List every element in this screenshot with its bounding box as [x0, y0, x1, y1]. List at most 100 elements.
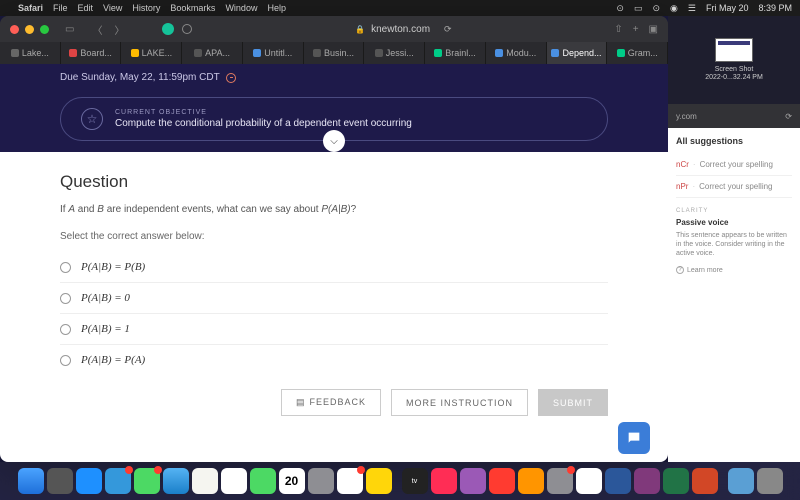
- browser-tab[interactable]: LAKE...: [121, 42, 182, 64]
- tab-label: Busin...: [324, 48, 354, 58]
- dock-safari[interactable]: [163, 468, 189, 494]
- submit-button[interactable]: SUBMIT: [538, 389, 608, 416]
- dock-messages[interactable]: [134, 468, 160, 494]
- passive-voice-title[interactable]: Passive voice: [676, 218, 792, 227]
- objective-description: Compute the conditional probability of a…: [115, 118, 412, 129]
- dock-music[interactable]: [431, 468, 457, 494]
- favicon-icon: [617, 49, 625, 57]
- notification-area: Screen Shot 2022-0...32.24 PM: [668, 16, 800, 104]
- browser-tab[interactable]: Untitl...: [243, 42, 304, 64]
- menubar-date[interactable]: Fri May 20: [706, 3, 749, 13]
- favicon-icon: [69, 49, 77, 57]
- answer-option[interactable]: P(A|B) = 1: [60, 314, 608, 345]
- clock-icon: [226, 73, 236, 83]
- passive-voice-desc: This sentence appears to be written in t…: [676, 231, 792, 258]
- screen-record-icon[interactable]: ⊙: [616, 3, 624, 14]
- chat-button[interactable]: [618, 422, 650, 454]
- dock-tv[interactable]: tv: [402, 468, 428, 494]
- menu-view[interactable]: View: [103, 3, 122, 13]
- learn-more-link[interactable]: ? Learn more: [676, 266, 792, 274]
- tabs-overview-button[interactable]: ▣: [649, 24, 658, 35]
- menubar-time[interactable]: 8:39 PM: [758, 3, 792, 13]
- url-text[interactable]: knewton.com: [371, 24, 430, 35]
- dock-chrome[interactable]: [576, 468, 602, 494]
- dock-books[interactable]: [518, 468, 544, 494]
- share-button[interactable]: ⇧: [614, 24, 622, 35]
- dock-app-store[interactable]: [76, 468, 102, 494]
- dock-word[interactable]: [605, 468, 631, 494]
- dock-mail[interactable]: [105, 468, 131, 494]
- location-icon[interactable]: ◉: [670, 3, 678, 14]
- dock-facetime[interactable]: [250, 468, 276, 494]
- dock-contacts[interactable]: [308, 468, 334, 494]
- wifi-icon[interactable]: ☰: [688, 3, 696, 14]
- battery-icon[interactable]: ▭: [634, 3, 643, 14]
- tab-label: Modu...: [506, 48, 536, 58]
- grammarly-icon[interactable]: [162, 23, 174, 35]
- minimize-window-button[interactable]: [25, 25, 34, 34]
- secondary-reload-icon[interactable]: ⟳: [785, 112, 792, 121]
- sidebar-toggle-icon[interactable]: ▭: [65, 24, 74, 35]
- dock-notes[interactable]: [366, 468, 392, 494]
- close-window-button[interactable]: [10, 25, 19, 34]
- expand-button[interactable]: ⌵: [323, 130, 345, 152]
- screenshot-thumbnail[interactable]: [715, 38, 753, 62]
- menu-file[interactable]: File: [53, 3, 68, 13]
- dock-finder[interactable]: [18, 468, 44, 494]
- dock-reminders[interactable]: [337, 468, 363, 494]
- tab-label: Untitl...: [264, 48, 292, 58]
- menu-bookmarks[interactable]: Bookmarks: [170, 3, 215, 13]
- browser-tab[interactable]: Brainl...: [425, 42, 486, 64]
- browser-tab[interactable]: Busin...: [304, 42, 365, 64]
- feedback-button[interactable]: ▤FEEDBACK: [281, 389, 381, 416]
- secondary-url[interactable]: y.com: [676, 112, 697, 121]
- new-tab-button[interactable]: +: [633, 24, 639, 35]
- suggestion-item[interactable]: nPr · Correct your spelling: [676, 176, 792, 198]
- suggestion-tag: nPr: [676, 182, 688, 191]
- question-panel: Question If A and B are independent even…: [0, 152, 668, 462]
- screenshot-label: Screen Shot 2022-0...32.24 PM: [705, 66, 763, 83]
- dock-powerpoint[interactable]: [692, 468, 718, 494]
- app-name[interactable]: Safari: [18, 3, 43, 13]
- dock-photos[interactable]: [221, 468, 247, 494]
- due-date-line: Due Sunday, May 22, 11:59pm CDT: [0, 64, 668, 87]
- answer-option[interactable]: P(A|B) = 0: [60, 283, 608, 314]
- browser-tab[interactable]: Lake...: [0, 42, 61, 64]
- browser-tab[interactable]: Jessi...: [364, 42, 425, 64]
- due-date-text: Due Sunday, May 22, 11:59pm CDT: [60, 72, 220, 83]
- maximize-window-button[interactable]: [40, 25, 49, 34]
- suggestion-text: Correct your spelling: [699, 182, 772, 191]
- answer-text: P(A|B) = 0: [81, 292, 130, 304]
- shield-icon[interactable]: [182, 24, 192, 34]
- safari-window: ▭ 〈 〉 🔒 knewton.com ⟳ ⇧ + ▣ Lake...Board…: [0, 16, 668, 462]
- forward-button[interactable]: 〉: [114, 22, 124, 37]
- dock-maps[interactable]: [192, 468, 218, 494]
- dock-trash[interactable]: [757, 468, 783, 494]
- star-badge-icon: ☆: [81, 108, 103, 130]
- dock-downloads[interactable]: [728, 468, 754, 494]
- menu-window[interactable]: Window: [225, 3, 257, 13]
- dock-settings[interactable]: [547, 468, 573, 494]
- back-button[interactable]: 〈: [92, 22, 102, 37]
- favicon-icon: [313, 49, 321, 57]
- browser-tab[interactable]: Board...: [61, 42, 122, 64]
- dock-launchpad[interactable]: [47, 468, 73, 494]
- suggestion-item[interactable]: nCr · Correct your spelling: [676, 154, 792, 176]
- search-icon[interactable]: ⊙: [652, 3, 660, 14]
- browser-tab[interactable]: APA...: [182, 42, 243, 64]
- dock-excel[interactable]: [663, 468, 689, 494]
- answer-option[interactable]: P(A|B) = P(A): [60, 345, 608, 375]
- menu-history[interactable]: History: [132, 3, 160, 13]
- browser-tab[interactable]: Gram...: [607, 42, 668, 64]
- more-instruction-button[interactable]: MORE INSTRUCTION: [391, 389, 528, 416]
- menu-edit[interactable]: Edit: [78, 3, 94, 13]
- browser-tab[interactable]: Depend...: [547, 42, 608, 64]
- dock-podcasts[interactable]: [460, 468, 486, 494]
- answer-option[interactable]: P(A|B) = P(B): [60, 252, 608, 283]
- dock-calendar[interactable]: 20: [279, 468, 305, 494]
- dock-onenote[interactable]: [634, 468, 660, 494]
- dock-news[interactable]: [489, 468, 515, 494]
- menu-help[interactable]: Help: [267, 3, 286, 13]
- reload-button[interactable]: ⟳: [444, 24, 452, 35]
- browser-tab[interactable]: Modu...: [486, 42, 547, 64]
